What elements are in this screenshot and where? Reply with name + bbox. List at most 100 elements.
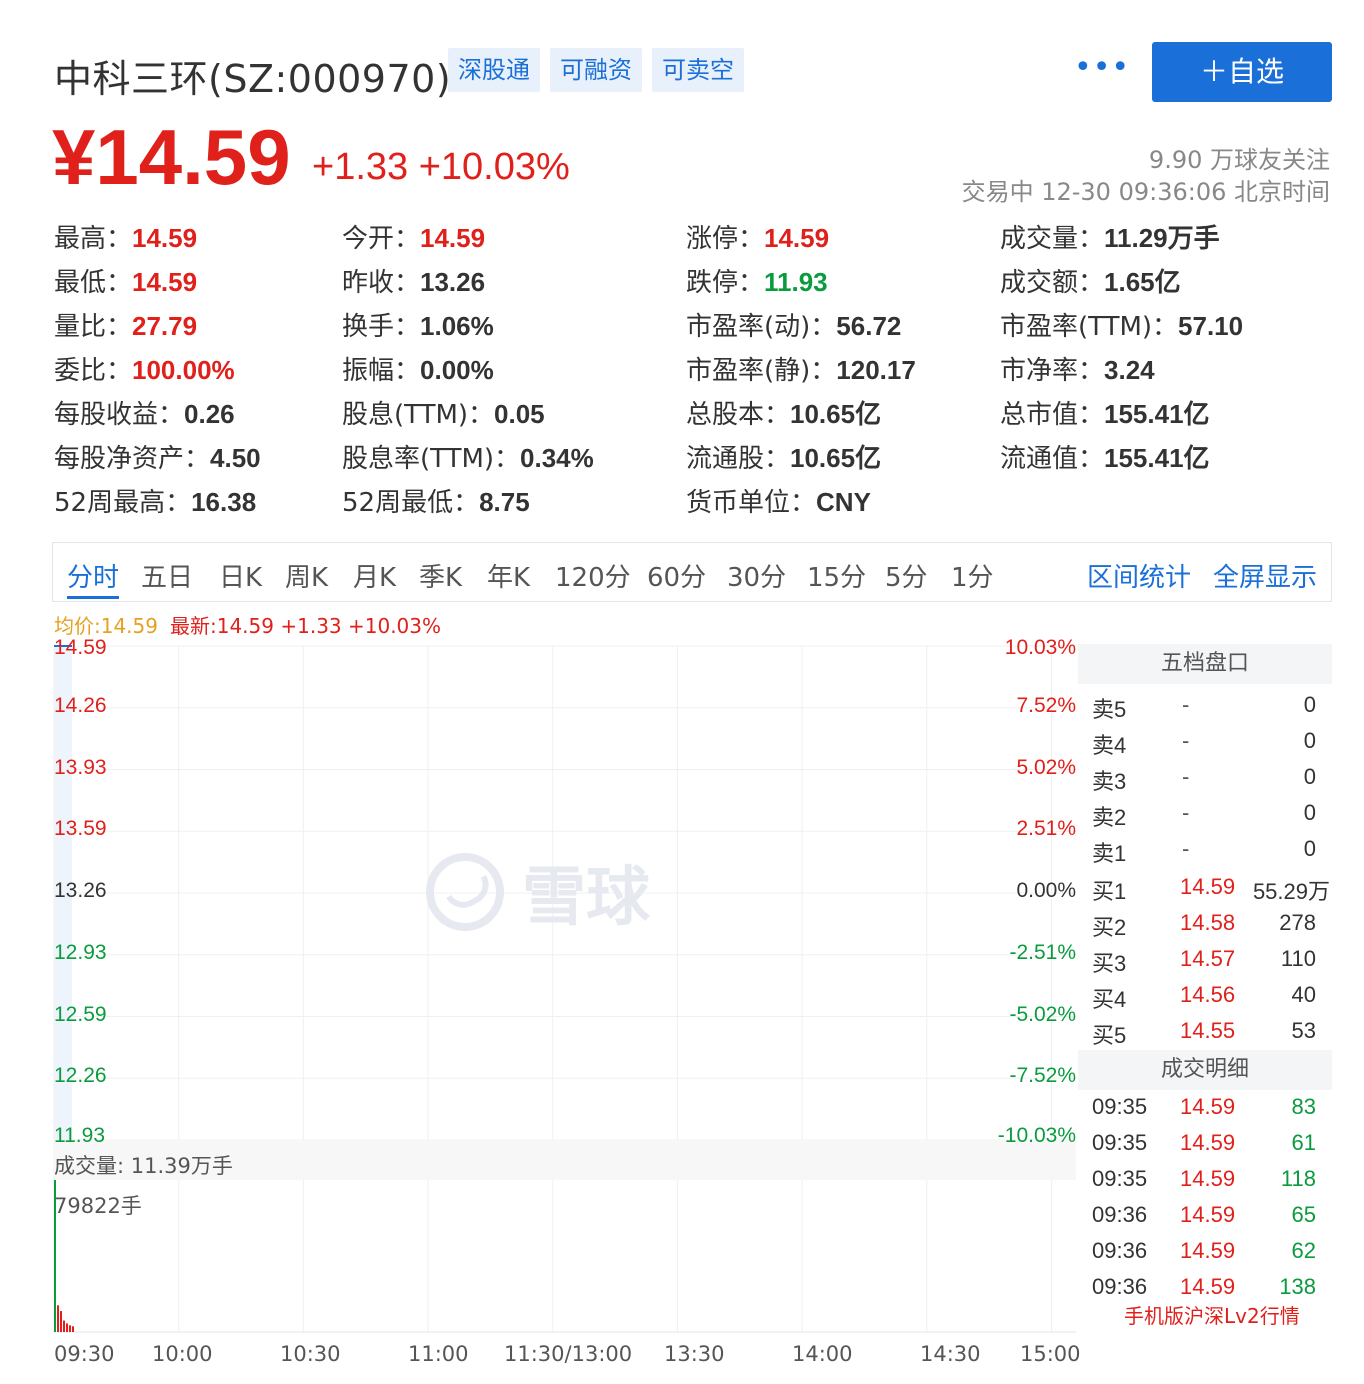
x-time-label: 10:30 [280, 1342, 341, 1366]
level-qty: 0 [1303, 764, 1316, 789]
y-price-label: 14.59 [54, 636, 107, 659]
y-pct-label: -5.02% [1009, 1002, 1076, 1026]
y-pct-label: 2.51% [1016, 817, 1076, 841]
trade-row: 09:35 14.59 118 [1078, 1160, 1332, 1196]
trade-row: 09:36 14.59 65 [1078, 1196, 1332, 1232]
level-price: 14.55 [1180, 1018, 1236, 1043]
level-label: 卖4 [1092, 733, 1127, 758]
x-time-label: 14:30 [920, 1342, 981, 1366]
trade-qty: 83 [1291, 1094, 1316, 1119]
volume-bar [63, 1320, 65, 1332]
level-qty: 53 [1291, 1018, 1316, 1043]
trade-price: 14.59 [1180, 1274, 1236, 1299]
trade-price: 14.59 [1180, 1130, 1236, 1155]
y-pct-label: -7.52% [1009, 1064, 1076, 1088]
level-qty: 0 [1303, 728, 1316, 753]
trade-price: 14.59 [1180, 1238, 1236, 1263]
trade-row: 09:35 14.59 61 [1078, 1124, 1332, 1160]
trade-time: 09:36 [1092, 1274, 1148, 1299]
y-price-label: 13.26 [54, 879, 107, 902]
sell-row: 卖2 - 0 [1078, 794, 1332, 830]
level-price: 14.59 [1180, 874, 1236, 899]
trade-qty: 61 [1291, 1130, 1316, 1155]
trade-time: 09:36 [1092, 1202, 1148, 1227]
volume-bar [69, 1325, 71, 1332]
trades-title: 成交明细 [1078, 1050, 1332, 1090]
trade-time: 09:36 [1092, 1238, 1148, 1263]
trade-time: 09:35 [1092, 1130, 1148, 1155]
y-pct-label: 7.52% [1016, 693, 1076, 717]
xueqiu-logo-icon [426, 853, 504, 931]
level-label: 买3 [1092, 951, 1127, 976]
trade-qty: 118 [1280, 1166, 1316, 1191]
trade-row: 09:35 14.59 83 [1078, 1088, 1332, 1124]
sell-row: 卖5 - 0 [1078, 686, 1332, 722]
y-pct-label: -2.51% [1009, 940, 1076, 964]
x-time-label: 13:30 [664, 1342, 725, 1366]
y-price-label: 12.59 [54, 1002, 107, 1026]
volume-bar [60, 1311, 62, 1332]
level-qty: 0 [1303, 836, 1316, 861]
level-label: 卖5 [1092, 697, 1127, 722]
trade-qty: 65 [1291, 1202, 1316, 1227]
x-time-label: 09:30 [54, 1342, 115, 1366]
level-qty: 110 [1280, 946, 1316, 971]
sell-row: 卖1 - 0 [1078, 830, 1332, 866]
trade-price: 14.59 [1180, 1166, 1236, 1191]
x-time-label: 10:00 [152, 1342, 213, 1366]
level-qty: 0 [1303, 692, 1316, 717]
y-price-label: 13.93 [54, 755, 107, 779]
trade-time: 09:35 [1092, 1094, 1148, 1119]
level-label: 卖2 [1092, 805, 1127, 830]
x-time-label: 11:30/13:00 [504, 1342, 633, 1366]
x-time-label: 14:00 [792, 1342, 853, 1366]
buy-row: 买3 14.57 110 [1078, 940, 1332, 976]
trade-qty: 62 [1291, 1238, 1316, 1263]
y-price-label: 14.26 [54, 693, 107, 717]
level-price: - [1182, 800, 1190, 825]
buy-row: 买2 14.58 278 [1078, 904, 1332, 940]
level-label: 买5 [1092, 1023, 1127, 1048]
sell-row: 卖4 - 0 [1078, 722, 1332, 758]
y-pct-label: 5.02% [1016, 755, 1076, 779]
level-label: 卖3 [1092, 769, 1127, 794]
watermark: 雪球 [426, 846, 650, 938]
y-price-label: 12.26 [54, 1064, 107, 1088]
y-pct-label: -10.03% [997, 1124, 1076, 1147]
level-price: 14.58 [1180, 910, 1236, 935]
volume-bar [72, 1326, 74, 1332]
level-label: 买4 [1092, 987, 1127, 1012]
trade-time: 09:35 [1092, 1166, 1148, 1191]
level-qty: 0 [1303, 800, 1316, 825]
volume-label: 成交量: 11.39万手 [54, 1154, 233, 1178]
sell-row: 卖3 - 0 [1078, 758, 1332, 794]
x-time-label: 15:00 [1020, 1342, 1081, 1366]
trade-price: 14.59 [1180, 1202, 1236, 1227]
level-price: - [1182, 692, 1190, 717]
level-price: - [1182, 764, 1190, 789]
level-price: - [1182, 728, 1190, 753]
buy-row: 买4 14.56 40 [1078, 976, 1332, 1012]
level-label: 买1 [1092, 879, 1127, 904]
trade-row: 09:36 14.59 138 [1078, 1268, 1332, 1304]
trade-qty: 138 [1279, 1274, 1316, 1299]
watermark-text: 雪球 [522, 861, 650, 935]
volume-max-label: 79822手 [54, 1194, 142, 1218]
y-price-label: 13.59 [54, 817, 107, 841]
mobile-lv2-link[interactable]: 手机版沪深Lv2行情 [1124, 1300, 1300, 1329]
level-label: 卖1 [1092, 841, 1127, 866]
y-price-label: 11.93 [54, 1124, 105, 1147]
order-book-title: 五档盘口 [1078, 644, 1332, 684]
y-pct-label: 10.03% [1004, 636, 1076, 659]
volume-bar [57, 1305, 59, 1332]
level-qty: 40 [1291, 982, 1316, 1007]
level-qty: 55.29万 [1252, 879, 1330, 904]
level-label: 买2 [1092, 915, 1127, 940]
buy-row: 买1 14.59 55.29万 [1078, 868, 1332, 904]
volume-bar [66, 1323, 68, 1332]
x-time-label: 11:00 [408, 1342, 469, 1366]
buy-row: 买5 14.55 53 [1078, 1012, 1332, 1048]
level-price: 14.57 [1180, 946, 1236, 971]
level-price: - [1182, 836, 1190, 861]
level-qty: 278 [1279, 910, 1316, 935]
